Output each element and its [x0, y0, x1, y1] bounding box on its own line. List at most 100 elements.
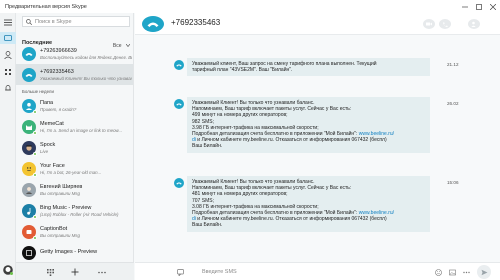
contact-item[interactable]: CaptionBot Вы отправили Msg	[16, 221, 133, 242]
message-text: и Личном кабинете my.beeline.ru. Отказат…	[195, 216, 387, 223]
more-options-button[interactable]	[461, 267, 471, 277]
phone-icon	[176, 182, 182, 185]
video-call-button[interactable]	[423, 19, 435, 29]
bot-avatar-icon	[3, 265, 13, 275]
contact-name: Bing Music - Preview	[40, 204, 92, 211]
notifications-tab[interactable]	[3, 83, 13, 93]
message-bubble[interactable]: Уважаемый Клиент! Вы только что узнавали…	[187, 176, 430, 232]
title-bar: Предварительная версия Skype	[0, 0, 500, 13]
add-participants-button[interactable]	[468, 19, 480, 29]
contact-name: MemeCat	[40, 120, 64, 127]
contact-item[interactable]: Bing Music - Preview (Lmp) Roblox - Roll…	[16, 200, 133, 221]
message-timestamp: 26.02	[447, 101, 459, 106]
message-text: и Личном кабинете my.beeline.ru. Отказат…	[195, 137, 387, 144]
spock-face-icon	[26, 144, 32, 151]
dialpad-icon	[46, 268, 54, 276]
contact-avatar	[22, 140, 37, 156]
dialpad-button[interactable]	[44, 266, 56, 278]
contact-preview: Hi, I'm a bot, 26-year-old man...	[40, 169, 102, 175]
more-dots-icon	[98, 271, 106, 273]
person-icon	[4, 51, 12, 59]
hamburger-icon	[4, 19, 12, 25]
message-bubble[interactable]: Уважаемый Клиент! Вы только что узнавали…	[187, 97, 430, 153]
getty-logo-icon	[26, 249, 32, 256]
contact-name: +79263966639	[40, 47, 77, 54]
calls-tab[interactable]	[3, 67, 13, 77]
maximize-button[interactable]	[472, 0, 486, 13]
video-camera-icon	[426, 22, 432, 26]
contact-item[interactable]: Евгений Ширяев Вы отправили Msg	[16, 179, 133, 200]
plus-icon	[71, 268, 79, 276]
message-input[interactable]: Введите SMS	[202, 269, 237, 275]
contacts-bottom-bar	[16, 262, 134, 280]
profile-avatar[interactable]	[3, 265, 13, 275]
left-rail	[0, 13, 16, 280]
contacts-tab[interactable]	[3, 50, 13, 60]
beeline-link[interactable]: www.beeline.ru/	[359, 210, 394, 216]
contact-item[interactable]: Папа Привет, я скайп?	[16, 95, 133, 116]
contact-avatar	[22, 46, 36, 61]
contact-preview: Привет, я скайп?	[40, 106, 77, 112]
message-line: Ваш Билайн.	[192, 222, 223, 229]
send-icon	[481, 269, 487, 275]
send-button[interactable]	[477, 265, 491, 279]
person-photo-icon	[25, 186, 33, 194]
music-note-icon	[27, 207, 31, 215]
voice-call-button[interactable]	[439, 19, 451, 29]
new-chat-button[interactable]	[69, 266, 81, 278]
contact-item[interactable]: Getty Images - Preview	[16, 242, 133, 263]
contact-name: Your Face	[40, 162, 65, 169]
phone-icon	[25, 73, 33, 77]
search-placeholder: Поиск в Skype	[35, 18, 72, 25]
contact-preview: Вы отправили Msg	[40, 232, 80, 238]
message-bubble[interactable]: Уважаемый клиент, Ваш запрос на смену та…	[187, 58, 430, 77]
phone-icon	[25, 52, 33, 56]
contact-preview: Live	[40, 148, 49, 154]
contact-item[interactable]: MemeCat Hi, I'm a. Send an image or link…	[16, 116, 133, 137]
search-box[interactable]: Поиск в Skype	[22, 16, 130, 27]
phone-icon	[147, 22, 159, 27]
menu-button[interactable]	[3, 17, 13, 27]
chat-title: +7692335463	[171, 18, 221, 27]
contact-avatar	[22, 98, 37, 114]
contact-name: Getty Images - Preview	[40, 249, 98, 255]
phone-icon	[176, 64, 182, 67]
emoji-button[interactable]	[433, 267, 443, 277]
contact-item[interactable]: Spock Live	[16, 137, 133, 158]
minimize-icon	[462, 6, 468, 7]
message-avatar	[174, 178, 184, 188]
contact-item-selected[interactable]: +7692335463 Уважаемый Клиент! Вы только …	[16, 64, 133, 85]
more-button[interactable]	[96, 266, 108, 278]
message-list: Уважаемый клиент, Ваш запрос на смену та…	[135, 36, 500, 256]
contact-preview: Уважаемый Клиент! Вы только что узнавали…	[40, 75, 132, 81]
message-avatar	[174, 60, 184, 70]
chat-bubble-icon	[4, 34, 12, 41]
contacts-panel: Поиск в Skype Последние Все +79263966639…	[16, 13, 134, 280]
phone-grid-icon	[5, 69, 11, 75]
chat-header: +7692335463	[135, 13, 500, 35]
presence-dot	[33, 109, 37, 114]
image-icon	[448, 269, 456, 275]
close-icon	[490, 3, 496, 10]
contact-item[interactable]: Your Face Hi, I'm a bot, 26-year-old man…	[16, 158, 133, 179]
beeline-link[interactable]: www.beeline.ru/	[359, 131, 394, 137]
contact-item[interactable]: +79263966639 Воспользуйтесь кодом для Ян…	[16, 43, 133, 64]
presence-dot	[33, 172, 37, 177]
contact-name: Папа	[40, 99, 54, 106]
person-icon	[25, 102, 33, 110]
attach-image-button[interactable]	[447, 267, 457, 277]
contact-avatar	[22, 161, 37, 177]
sms-icon	[176, 268, 184, 276]
minimize-button[interactable]	[458, 0, 472, 13]
phone-icon	[176, 103, 182, 106]
maximize-icon	[476, 3, 482, 10]
window-title: Предварительная версия Skype	[5, 3, 87, 10]
message-text: Подробная детализация счета бесплатно в …	[192, 131, 359, 138]
contact-avatar	[22, 67, 36, 82]
contact-avatar	[22, 224, 37, 240]
close-button[interactable]	[486, 0, 500, 13]
message-line: тарифный план "43VSE2M". Ваш "Билайн".	[192, 67, 293, 74]
sms-toggle-button[interactable]	[175, 267, 185, 277]
chat-avatar	[142, 16, 164, 32]
chats-tab[interactable]	[0, 32, 16, 44]
